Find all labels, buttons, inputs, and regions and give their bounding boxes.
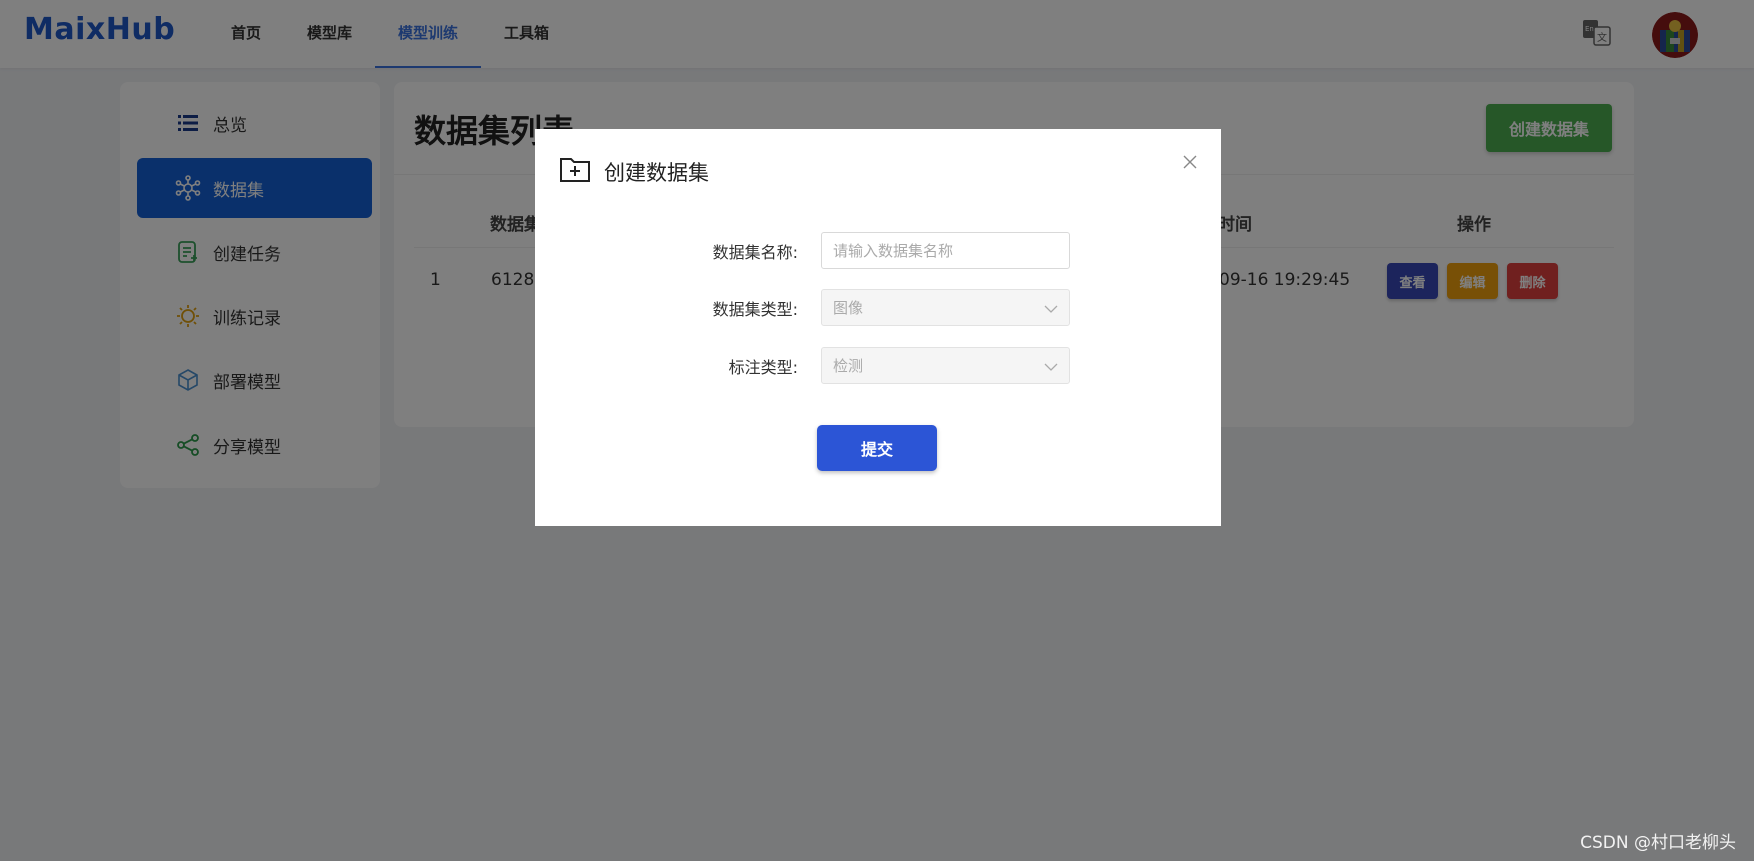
submit-button[interactable]: 提交 xyxy=(817,425,937,471)
dataset-name-label: 数据集名称: xyxy=(712,243,798,262)
close-icon[interactable] xyxy=(1179,151,1201,173)
chevron-down-icon xyxy=(1044,356,1058,375)
annotation-type-value: 检测 xyxy=(833,357,864,375)
dataset-type-value: 图像 xyxy=(833,299,864,317)
dataset-name-input[interactable] xyxy=(821,232,1070,269)
dataset-type-select[interactable]: 图像 xyxy=(821,289,1070,326)
modal-title: 创建数据集 xyxy=(604,161,709,185)
folder-add-icon xyxy=(559,153,591,185)
chevron-down-icon xyxy=(1044,298,1058,317)
dataset-type-label: 数据集类型: xyxy=(712,300,798,319)
watermark: CSDN @村口老柳头 xyxy=(1580,833,1736,853)
create-dataset-modal: 创建数据集 数据集名称: 数据集类型: 图像 标注类型: 检测 提交 xyxy=(535,129,1221,526)
annotation-type-label: 标注类型: xyxy=(728,358,798,377)
annotation-type-select[interactable]: 检测 xyxy=(821,347,1070,384)
